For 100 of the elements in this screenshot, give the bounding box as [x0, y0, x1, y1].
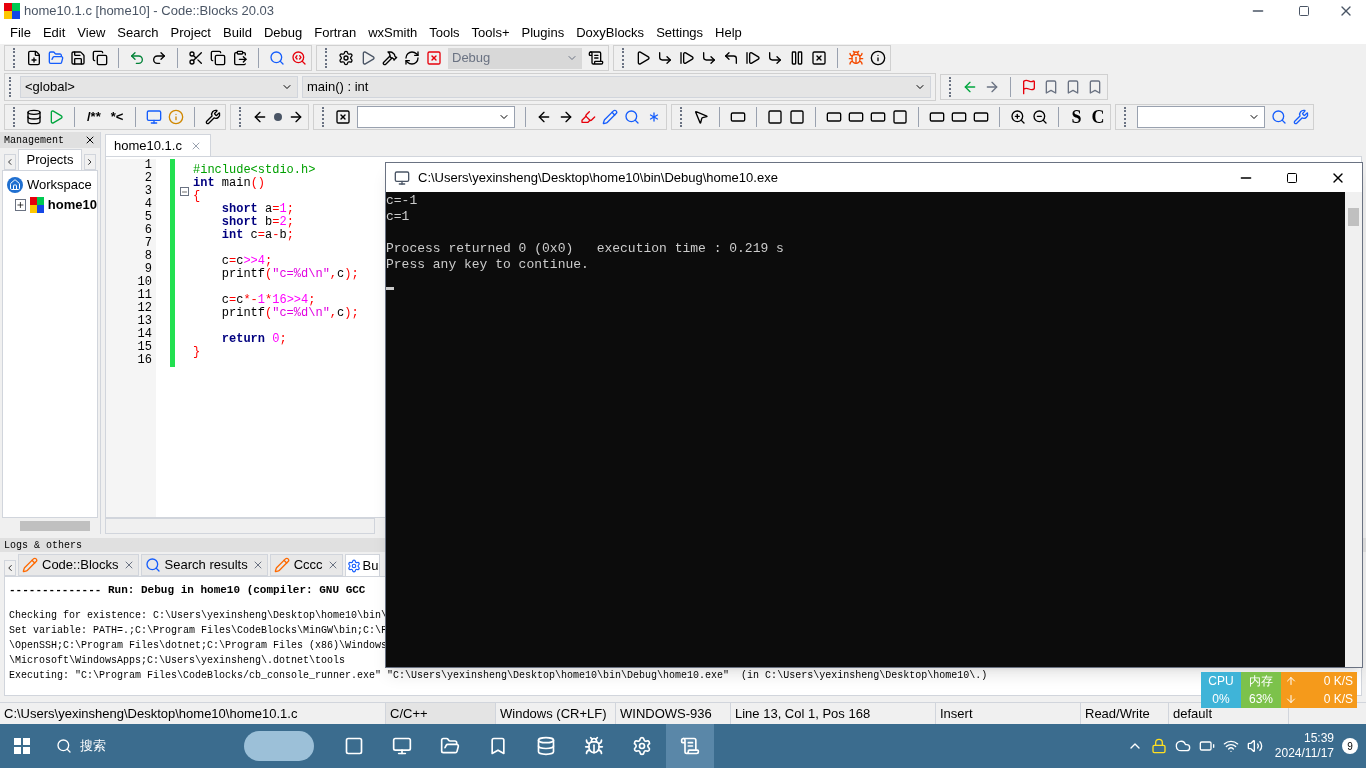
save-icon[interactable]: [70, 50, 86, 66]
editor-tab[interactable]: home10.1.c: [105, 134, 211, 156]
menu-item[interactable]: Edit: [36, 23, 72, 43]
build-target-select[interactable]: Debug: [448, 47, 582, 69]
wrench-icon[interactable]: [1293, 109, 1310, 125]
clock-date[interactable]: 2024/11/17: [1274, 746, 1334, 761]
build-log-icon[interactable]: [588, 50, 604, 66]
menu-item[interactable]: Plugins: [515, 23, 571, 43]
replace-icon[interactable]: [291, 50, 307, 66]
battery-icon[interactable]: [1198, 738, 1215, 754]
pointer-icon[interactable]: [693, 109, 710, 125]
rectangle-icon[interactable]: [973, 109, 990, 125]
log-tab[interactable]: Code::Blocks: [18, 554, 139, 576]
debug-windows-icon[interactable]: [848, 50, 864, 66]
cut-icon[interactable]: [188, 50, 204, 66]
menu-item[interactable]: Settings: [650, 23, 710, 43]
run-doxywizard-icon[interactable]: [48, 109, 64, 125]
clear-icon[interactable]: [335, 109, 352, 125]
back-icon[interactable]: [962, 79, 978, 95]
settings-icon[interactable]: [338, 50, 354, 66]
menu-item[interactable]: Search: [111, 23, 165, 43]
run-icon[interactable]: [360, 50, 376, 66]
doxy-button[interactable]: /**: [85, 107, 103, 127]
abort-icon[interactable]: [426, 50, 442, 66]
database-icon[interactable]: [26, 109, 42, 125]
cloud-icon[interactable]: [1174, 738, 1191, 754]
rectangle-icon[interactable]: [951, 109, 968, 125]
build-run-icon[interactable]: [382, 50, 398, 66]
maximize-icon[interactable]: [1286, 171, 1298, 184]
wifi-icon[interactable]: [1222, 738, 1239, 754]
undo-icon[interactable]: [129, 50, 145, 66]
rectangle-icon[interactable]: [870, 109, 887, 125]
next-line-icon[interactable]: [679, 50, 695, 66]
scroll-left-icon[interactable]: [4, 560, 16, 576]
forward-icon[interactable]: [984, 79, 1000, 95]
save-all-icon[interactable]: [92, 50, 108, 66]
zoom-in-icon[interactable]: [1010, 109, 1027, 125]
symbol-field[interactable]: [1137, 106, 1266, 128]
fold-icon[interactable]: [179, 187, 189, 196]
selected-text-icon[interactable]: [602, 109, 619, 125]
redo-icon[interactable]: [151, 50, 167, 66]
previous-bookmark-icon[interactable]: [1043, 79, 1059, 95]
open-folder-icon[interactable]: [48, 50, 64, 66]
next-instruction-icon[interactable]: [745, 50, 761, 66]
stop-icon[interactable]: [811, 50, 827, 66]
step-instruction-icon[interactable]: [767, 50, 783, 66]
block-icon[interactable]: [767, 109, 784, 125]
doxy-button[interactable]: *<: [108, 107, 126, 127]
tree-item[interactable]: home10: [47, 195, 97, 215]
search-icon[interactable]: [269, 50, 285, 66]
next-bookmark-icon[interactable]: [1065, 79, 1081, 95]
paste-icon[interactable]: [232, 50, 248, 66]
menu-item[interactable]: Debug: [257, 23, 309, 43]
highlight-icon[interactable]: [580, 109, 597, 125]
menu-item[interactable]: wxSmith: [362, 23, 424, 43]
menu-item[interactable]: File: [4, 23, 37, 43]
scope-select[interactable]: <global>: [20, 76, 298, 98]
search-icon[interactable]: [1271, 109, 1288, 125]
scrollbar[interactable]: [1345, 192, 1362, 667]
tree-item[interactable]: Workspace: [27, 175, 92, 195]
help-icon[interactable]: [168, 109, 185, 125]
taskbar-app-icon[interactable]: [666, 724, 714, 768]
rectangle-icon[interactable]: [929, 109, 946, 125]
step-out-icon[interactable]: [723, 50, 739, 66]
copy-icon[interactable]: [210, 50, 226, 66]
expand-icon[interactable]: [15, 199, 26, 211]
menu-item[interactable]: DoxyBlocks: [570, 23, 651, 43]
match-case-icon[interactable]: [624, 109, 641, 125]
menu-item[interactable]: Build: [217, 23, 258, 43]
rectangle-icon[interactable]: [848, 109, 865, 125]
info-icon[interactable]: [870, 50, 886, 66]
menu-item[interactable]: Project: [164, 23, 217, 43]
pause-icon[interactable]: [789, 50, 805, 66]
rectangle-icon[interactable]: [826, 109, 843, 125]
style-button[interactable]: S: [1069, 108, 1084, 126]
settings-icon[interactable]: [205, 109, 222, 125]
menu-item[interactable]: Fortran: [308, 23, 363, 43]
clock-time[interactable]: 15:39: [1303, 731, 1334, 746]
rebuild-icon[interactable]: [404, 50, 420, 66]
run-to-cursor-icon[interactable]: [657, 50, 673, 66]
panel-tab[interactable]: Projects: [17, 149, 83, 170]
rectangle-icon[interactable]: [730, 109, 747, 125]
scrollbar[interactable]: [105, 518, 375, 534]
volume-icon[interactable]: [1246, 738, 1263, 754]
bookmark-flag-icon[interactable]: [1021, 79, 1037, 95]
scroll-right-icon[interactable]: [84, 154, 96, 170]
debug-run-icon[interactable]: [635, 50, 651, 66]
search-field[interactable]: [357, 106, 516, 128]
new-file-icon[interactable]: [26, 50, 42, 66]
maximize-icon[interactable]: [1298, 5, 1310, 17]
close-icon[interactable]: [84, 134, 96, 146]
lock-icon[interactable]: [1150, 738, 1167, 754]
log-tab[interactable]: Bu: [344, 554, 381, 576]
menu-item[interactable]: Help: [709, 23, 748, 43]
style-button[interactable]: C: [1089, 108, 1107, 126]
clear-bookmarks-icon[interactable]: [1087, 79, 1103, 95]
menu-item[interactable]: Tools: [423, 23, 466, 43]
notification-badge[interactable]: 9: [1342, 738, 1358, 754]
log-tab[interactable]: Search results: [140, 554, 268, 576]
menu-item[interactable]: View: [71, 23, 112, 43]
